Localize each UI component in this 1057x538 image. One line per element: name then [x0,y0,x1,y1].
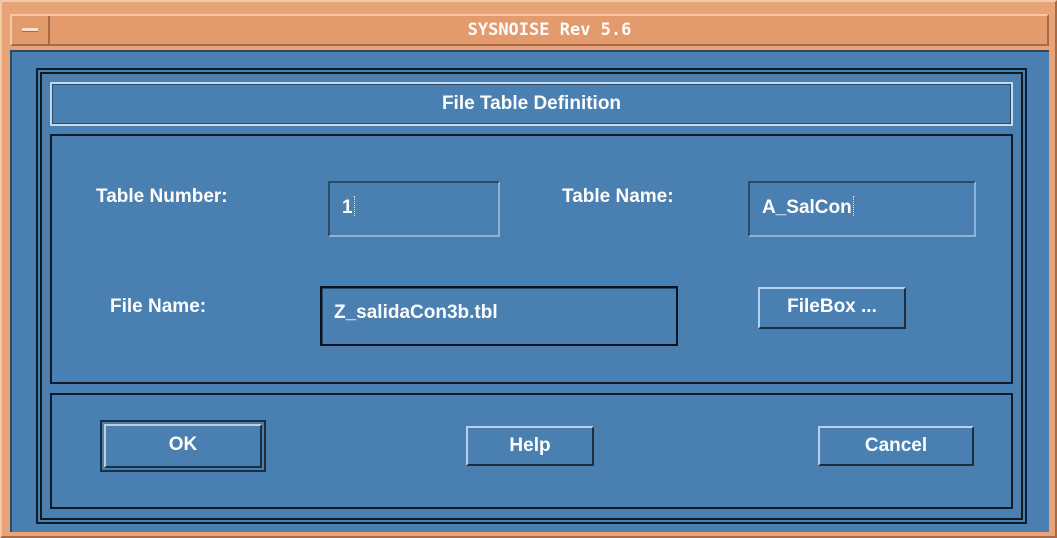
table-name-input[interactable]: A_SalCon [748,181,976,237]
table-number-label: Table Number: [96,186,228,207]
file-name-label: File Name: [110,296,207,317]
text-caret [852,196,857,216]
help-button[interactable]: Help [466,426,594,466]
title-bar[interactable]: SYSNOISE Rev 5.6 [10,14,1049,46]
dialog-header: File Table Definition [50,82,1013,126]
text-caret [353,196,358,216]
file-name-input[interactable]: Z_salidaCon3b.tbl [320,286,678,346]
dialog-body: File Table Definition Table Number: 1 Ta… [10,50,1049,532]
table-name-value: A_SalCon [762,197,852,218]
window-menu-icon [22,28,38,32]
window-frame: SYSNOISE Rev 5.6 File Table Definition T… [0,0,1057,538]
filebox-button[interactable]: FileBox ... [758,287,906,329]
table-name-label: Table Name: [562,186,674,207]
ok-button[interactable]: OK [104,424,262,468]
form-panel: Table Number: 1 Table Name: A_SalCon Fil… [50,134,1013,384]
table-number-value: 1 [342,197,353,218]
button-panel: OK Help Cancel [50,393,1013,509]
cancel-button[interactable]: Cancel [818,426,974,466]
table-number-input[interactable]: 1 [328,181,500,237]
dialog-outer-box: File Table Definition Table Number: 1 Ta… [38,70,1025,522]
file-name-value: Z_salidaCon3b.tbl [334,302,498,323]
window-menu-button[interactable] [12,16,50,44]
window-title: SYSNOISE Rev 5.6 [467,20,632,40]
dialog-header-title: File Table Definition [441,93,622,114]
